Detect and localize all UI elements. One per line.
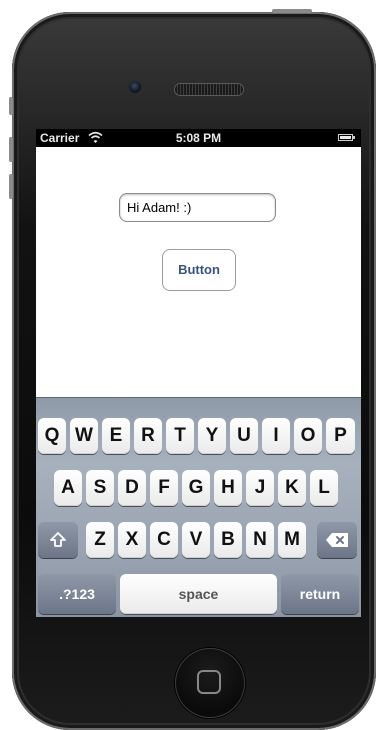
clock: 5:08 PM <box>175 131 222 145</box>
key-v[interactable]: V <box>182 522 210 558</box>
volume-up-button <box>9 137 13 162</box>
return-key[interactable]: return <box>281 574 359 614</box>
speaker-grille-icon <box>175 84 243 95</box>
key-e[interactable]: E <box>102 418 130 454</box>
shift-arrow-icon <box>50 532 66 547</box>
key-w[interactable]: W <box>70 418 98 454</box>
battery-icon <box>338 134 355 141</box>
key-i[interactable]: I <box>262 418 290 454</box>
key-t[interactable]: T <box>166 418 194 454</box>
numbers-key[interactable]: .?123 <box>38 574 116 614</box>
key-q[interactable]: Q <box>38 418 66 454</box>
volume-down-button <box>9 174 13 199</box>
screen: Carrier 5:08 PM Hi Adam! :) Button Q W E… <box>36 129 361 617</box>
key-g[interactable]: G <box>182 470 210 506</box>
text-input[interactable]: Hi Adam! :) <box>119 193 276 222</box>
key-x[interactable]: X <box>118 522 146 558</box>
main-button[interactable]: Button <box>162 249 236 291</box>
status-bar: Carrier 5:08 PM <box>36 129 361 147</box>
key-a[interactable]: A <box>54 470 82 506</box>
space-key[interactable]: space <box>120 574 277 614</box>
camera-icon <box>129 81 141 93</box>
key-c[interactable]: C <box>150 522 178 558</box>
keyboard: Q W E R T Y U I O P A S D F G H J K L Z … <box>36 397 361 617</box>
key-m[interactable]: M <box>278 522 306 558</box>
sleep-button <box>272 9 312 13</box>
key-p[interactable]: P <box>326 418 355 454</box>
key-b[interactable]: B <box>214 522 242 558</box>
key-h[interactable]: H <box>214 470 242 506</box>
home-button[interactable] <box>175 648 245 718</box>
key-r[interactable]: R <box>134 418 162 454</box>
key-d[interactable]: D <box>118 470 146 506</box>
delete-key[interactable] <box>317 522 357 558</box>
key-y[interactable]: Y <box>198 418 226 454</box>
shift-key[interactable] <box>38 522 78 558</box>
key-l[interactable]: L <box>310 470 338 506</box>
key-n[interactable]: N <box>246 522 274 558</box>
key-f[interactable]: F <box>150 470 178 506</box>
key-k[interactable]: K <box>278 470 306 506</box>
key-j[interactable]: J <box>246 470 274 506</box>
key-s[interactable]: S <box>86 470 114 506</box>
home-button-icon <box>197 670 221 694</box>
backspace-icon <box>326 533 348 547</box>
key-o[interactable]: O <box>294 418 322 454</box>
key-z[interactable]: Z <box>86 522 114 558</box>
key-u[interactable]: U <box>230 418 258 454</box>
silent-switch <box>9 97 13 115</box>
